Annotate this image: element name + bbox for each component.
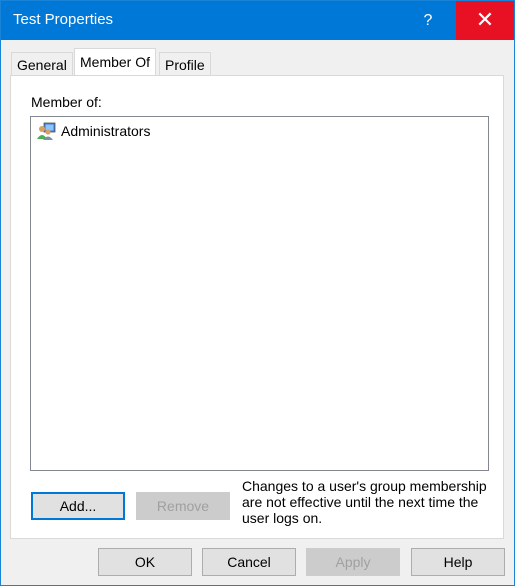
help-button[interactable]: Help xyxy=(411,548,505,576)
group-name: Administrators xyxy=(61,123,151,139)
help-icon[interactable]: ? xyxy=(415,1,441,40)
close-button[interactable]: ✕ xyxy=(456,1,514,40)
tab-panel: Member of: Administrators Add... Remove … xyxy=(10,75,504,539)
remove-button[interactable]: Remove xyxy=(136,492,230,520)
member-of-list[interactable]: Administrators xyxy=(30,116,489,471)
window-title: Test Properties xyxy=(13,11,114,28)
membership-note: Changes to a user's group membership are… xyxy=(242,478,487,526)
list-item[interactable]: Administrators xyxy=(37,122,150,140)
tab-profile[interactable]: Profile xyxy=(159,52,211,76)
ok-button[interactable]: OK xyxy=(98,548,192,576)
cancel-button[interactable]: Cancel xyxy=(202,548,296,576)
add-button[interactable]: Add... xyxy=(31,492,125,520)
tab-member-of[interactable]: Member Of xyxy=(74,48,157,75)
title-bar[interactable]: Test Properties ? ✕ xyxy=(1,1,514,40)
properties-dialog: Test Properties ? ✕ General Member Of Pr… xyxy=(0,0,515,586)
group-icon xyxy=(37,122,56,140)
member-of-label: Member of: xyxy=(31,94,102,110)
apply-button[interactable]: Apply xyxy=(306,548,400,576)
tab-general[interactable]: General xyxy=(11,52,73,76)
